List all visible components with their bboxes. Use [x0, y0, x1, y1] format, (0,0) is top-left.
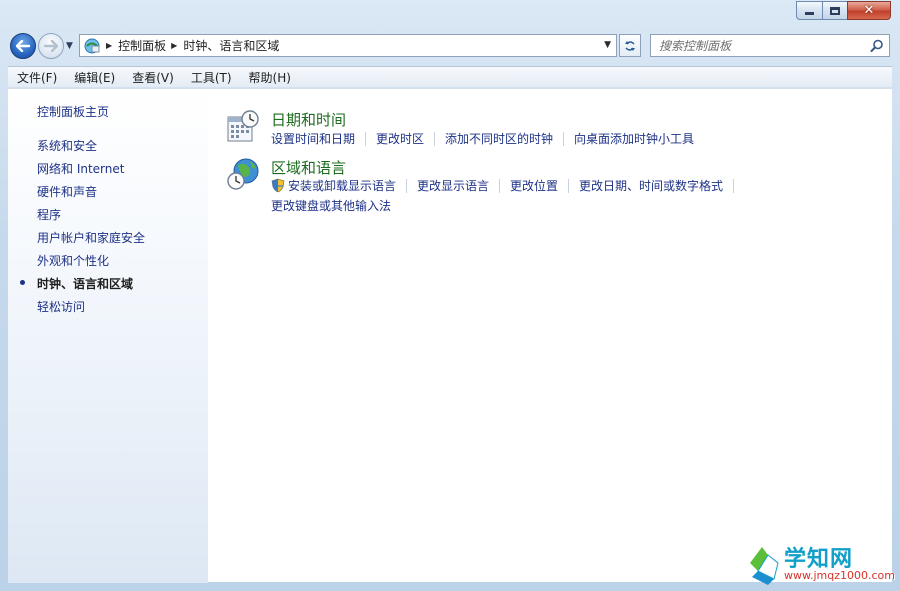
- breadcrumb-arrow-icon[interactable]: ▶: [106, 41, 112, 50]
- arrow-left-icon: [16, 40, 30, 52]
- menu-help[interactable]: 帮助(H): [240, 69, 299, 86]
- sidebar-item-system-security[interactable]: 系统和安全: [37, 137, 97, 154]
- breadcrumb-control-panel[interactable]: 控制面板: [118, 37, 166, 54]
- forward-button[interactable]: [38, 33, 64, 59]
- control-panel-icon: [84, 38, 100, 53]
- task-separator: [365, 131, 367, 146]
- menu-tools[interactable]: 工具(T): [182, 69, 240, 86]
- chevron-down-icon: ▼: [66, 41, 73, 51]
- task-add-clock-gadget[interactable]: 向桌面添加时钟小工具: [574, 130, 694, 147]
- search-icon[interactable]: [870, 39, 884, 53]
- task-add-clocks[interactable]: 添加不同时区的时钟: [445, 130, 553, 147]
- calendar-clock-icon: [227, 110, 259, 142]
- task-change-display-language[interactable]: 更改显示语言: [417, 177, 489, 194]
- watermark-logo-icon: [750, 547, 779, 585]
- address-bar[interactable]: ▶ 控制面板 ▶ 时钟、语言和区域 ▼: [79, 34, 617, 57]
- sidebar-item-clock-language-region[interactable]: 时钟、语言和区域: [37, 275, 133, 292]
- task-set-time-date[interactable]: 设置时间和日期: [271, 130, 355, 147]
- back-button[interactable]: [10, 33, 36, 59]
- sidebar-item-user-accounts[interactable]: 用户帐户和家庭安全: [37, 229, 145, 246]
- search-input[interactable]: [651, 38, 861, 53]
- maximize-button[interactable]: [822, 1, 847, 20]
- uac-shield-icon: [271, 178, 285, 193]
- task-separator: [733, 178, 735, 193]
- sidebar-home-link[interactable]: 控制面板主页: [37, 103, 109, 120]
- refresh-button[interactable]: [619, 34, 641, 57]
- task-row-region-language-2: 更改键盘或其他输入法: [271, 197, 391, 214]
- task-separator: [434, 131, 436, 146]
- search-box[interactable]: [650, 34, 890, 57]
- menu-file[interactable]: 文件(F): [8, 69, 65, 86]
- task-separator: [568, 178, 570, 193]
- sidebar-item-hardware-sound[interactable]: 硬件和声音: [37, 183, 97, 200]
- caption-buttons: ✕: [796, 1, 891, 20]
- sidebar-item-network[interactable]: 网络和 Internet: [37, 160, 124, 177]
- sidebar-item-ease-of-access[interactable]: 轻松访问: [37, 298, 85, 315]
- sidebar: 控制面板主页 系统和安全 网络和 Internet 硬件和声音 程序 用户帐户和…: [8, 89, 208, 583]
- menu-edit[interactable]: 编辑(E): [65, 69, 123, 86]
- close-button[interactable]: ✕: [847, 1, 891, 20]
- task-row-region-language: 安装或卸载显示语言 更改显示语言 更改位置 更改日期、时间或数字格式: [271, 177, 744, 194]
- task-separator: [406, 178, 408, 193]
- content-area: 控制面板主页 系统和安全 网络和 Internet 硬件和声音 程序 用户帐户和…: [8, 88, 892, 583]
- task-separator: [563, 131, 565, 146]
- close-icon: ✕: [863, 3, 875, 18]
- task-row-date-time: 设置时间和日期 更改时区 添加不同时区的时钟 向桌面添加时钟小工具: [271, 130, 694, 147]
- recent-pages-button[interactable]: ▼: [66, 41, 73, 51]
- task-change-keyboards[interactable]: 更改键盘或其他输入法: [271, 197, 391, 214]
- watermark-url: www.jmqz1000.com: [784, 569, 895, 582]
- active-bullet-icon: [20, 280, 25, 285]
- sidebar-item-programs[interactable]: 程序: [37, 206, 61, 223]
- refresh-icon: [625, 40, 635, 51]
- window-frame: ✕ ▼ ▶ 控制面板 ▶ 时钟、语言和区域 ▼ 搜索控制面板 文件(F) 编辑(…: [0, 0, 900, 591]
- navigation-bar: ▼ ▶ 控制面板 ▶ 时钟、语言和区域 ▼: [0, 30, 900, 64]
- breadcrumb-arrow-icon[interactable]: ▶: [171, 41, 177, 50]
- category-title-date-time[interactable]: 日期和时间: [271, 109, 346, 130]
- globe-clock-icon: [227, 158, 259, 190]
- arrow-right-icon: [44, 40, 58, 52]
- address-dropdown-icon[interactable]: ▼: [604, 40, 611, 50]
- task-separator: [499, 178, 501, 193]
- task-install-display-language[interactable]: 安装或卸载显示语言: [288, 177, 396, 194]
- category-title-region-language[interactable]: 区域和语言: [271, 157, 346, 178]
- maximize-icon: [830, 6, 840, 15]
- minimize-button[interactable]: [796, 1, 822, 20]
- sidebar-item-appearance[interactable]: 外观和个性化: [37, 252, 109, 269]
- task-change-timezone[interactable]: 更改时区: [376, 130, 424, 147]
- menu-bar: 文件(F) 编辑(E) 查看(V) 工具(T) 帮助(H): [8, 66, 892, 87]
- watermark: 学知网 www.jmqz1000.com: [746, 539, 896, 587]
- minimize-icon: [805, 12, 814, 15]
- menu-view[interactable]: 查看(V): [123, 69, 182, 86]
- breadcrumb-current[interactable]: 时钟、语言和区域: [183, 37, 279, 54]
- task-change-location[interactable]: 更改位置: [510, 177, 558, 194]
- task-change-formats[interactable]: 更改日期、时间或数字格式: [579, 177, 723, 194]
